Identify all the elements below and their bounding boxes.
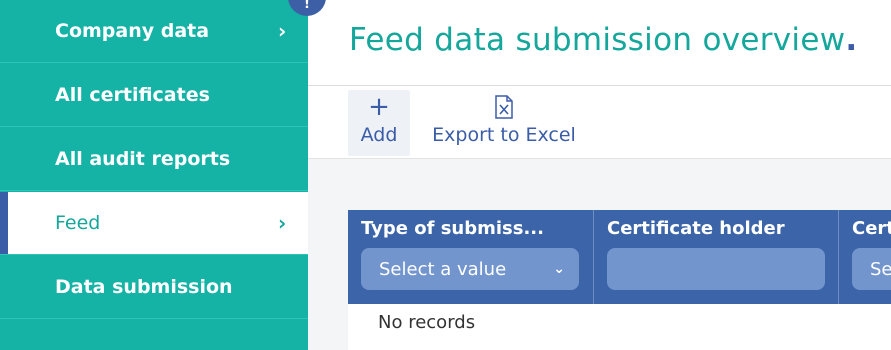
- active-indicator: [0, 192, 8, 254]
- sidebar-item-all-certificates[interactable]: All certificates: [0, 64, 308, 127]
- certificate-holder-filter-input[interactable]: [607, 248, 825, 290]
- plus-icon: +: [368, 92, 390, 122]
- chevron-down-icon: ⌄: [553, 261, 565, 277]
- excel-file-icon: [495, 90, 513, 124]
- sidebar-item-all-audit-reports[interactable]: All audit reports: [0, 128, 308, 191]
- grid-header: Type of submiss... Select a value ⌄ Cert…: [348, 210, 891, 304]
- sidebar-item-label: Feed: [55, 212, 101, 234]
- alert-icon: !: [304, 0, 310, 12]
- sidebar-item-label: All audit reports: [55, 148, 231, 170]
- sidebar-item-label: Data submission: [55, 276, 233, 298]
- sidebar-item-data-submission[interactable]: Data submission: [0, 256, 308, 319]
- toolbar: + Add Export to Excel: [308, 85, 891, 159]
- type-filter-select[interactable]: Select a value ⌄: [361, 248, 579, 290]
- page-title: Feed data submission overview.: [349, 22, 857, 58]
- page-title-dot: .: [845, 22, 858, 58]
- chevron-right-icon: ›: [278, 19, 287, 43]
- cert-filter-select[interactable]: Se: [852, 248, 891, 290]
- add-button-label: Add: [360, 124, 398, 146]
- export-button-label: Export to Excel: [432, 124, 576, 146]
- column-type-of-submission[interactable]: Type of submiss... Select a value ⌄: [348, 210, 594, 304]
- sidebar-item-label: All certificates: [55, 84, 210, 106]
- export-to-excel-button[interactable]: Export to Excel: [424, 90, 584, 156]
- column-cert[interactable]: Cert Se: [839, 210, 891, 304]
- submission-grid: Type of submiss... Select a value ⌄ Cert…: [348, 210, 891, 350]
- chevron-right-icon: ›: [278, 211, 287, 235]
- select-placeholder: Se: [870, 258, 891, 280]
- column-header[interactable]: Certificate holder: [607, 218, 785, 239]
- column-certificate-holder[interactable]: Certificate holder: [594, 210, 839, 304]
- main-content: Feed data submission overview. + Add Exp…: [308, 0, 891, 350]
- column-header[interactable]: Type of submiss...: [361, 218, 544, 239]
- sidebar: Company data › All certificates All audi…: [0, 0, 308, 350]
- empty-message: No records: [378, 312, 476, 333]
- sidebar-item-company-data[interactable]: Company data ›: [0, 0, 308, 63]
- select-placeholder: Select a value: [379, 258, 507, 280]
- sidebar-item-feed[interactable]: Feed ›: [0, 192, 308, 255]
- add-button[interactable]: + Add: [348, 90, 410, 156]
- column-header[interactable]: Cert: [852, 218, 891, 239]
- sidebar-item-label: Company data: [55, 20, 210, 42]
- page-title-text: Feed data submission overview: [349, 22, 846, 58]
